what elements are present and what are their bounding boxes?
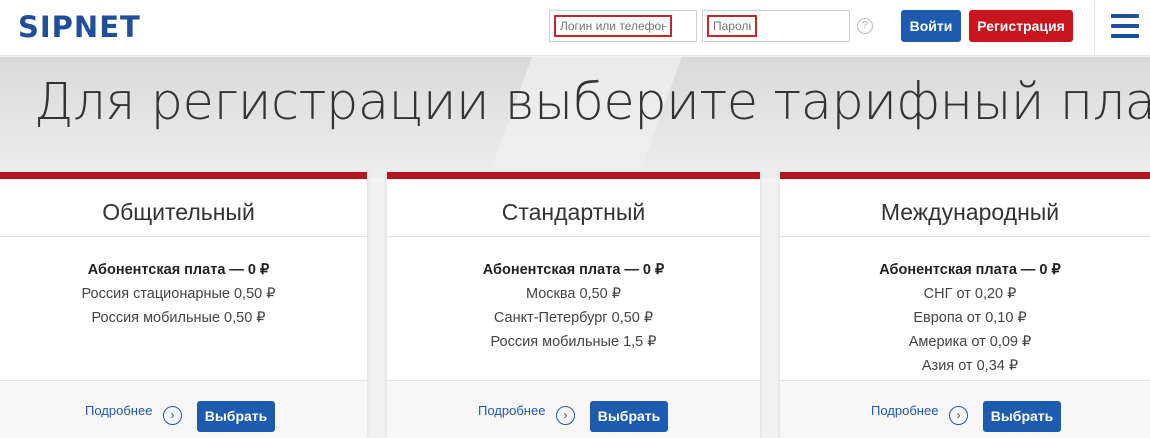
plan-actions: Подробнее › Выбрать	[387, 381, 760, 438]
register-button[interactable]: Регистрация	[969, 10, 1073, 42]
plan-card-standartny: Стандартный Абонентская плата — 0 ₽ Моск…	[387, 172, 760, 438]
plan-details: Абонентская плата — 0 ₽ СНГ от 0,20 ₽ Ев…	[780, 258, 1150, 378]
rate-line: Москва 0,50 ₽	[525, 286, 621, 302]
plan-actions: Подробнее › Выбрать	[780, 381, 1150, 438]
monthly-fee: Абонентская плата — 0 ₽	[87, 262, 270, 278]
plan-card-mezhdunarodny: Международный Абонентская плата — 0 ₽ СН…	[780, 172, 1150, 438]
sipnet-logo[interactable]: SIPNET	[18, 10, 141, 44]
rate-line: Европа от 0,10 ₽	[913, 310, 1027, 326]
header-divider	[1094, 0, 1095, 56]
plan-name: Стандартный	[501, 199, 646, 225]
rate-line: Россия мобильные 0,50 ₽	[91, 310, 266, 326]
more-link[interactable]: Подробнее	[478, 403, 545, 418]
chevron-right-circle-icon[interactable]: ›	[163, 406, 182, 425]
rate-line: Америка от 0,09 ₽	[908, 334, 1032, 350]
more-link[interactable]: Подробнее	[85, 403, 152, 418]
monthly-fee: Абонентская плата — 0 ₽	[482, 262, 665, 278]
password-field[interactable]	[702, 10, 850, 42]
rate-line: СНГ от 0,20 ₽	[923, 286, 1017, 302]
plan-name: Общительный	[102, 199, 255, 225]
divider	[387, 236, 760, 237]
plan-name: Международный	[880, 199, 1060, 225]
password-input[interactable]	[707, 15, 757, 37]
plan-card-obshchitelny: Общительный Абонентская плата — 0 ₽ Росс…	[0, 172, 367, 438]
plan-details: Абонентская плата — 0 ₽ Россия стационар…	[0, 258, 367, 330]
divider	[0, 236, 367, 237]
rate-line: Россия стационарные 0,50 ₽	[81, 286, 276, 302]
site-header: SIPNET ? Войти Регистрация	[0, 0, 1150, 56]
login-field[interactable]	[549, 10, 697, 42]
plan-actions: Подробнее › Выбрать	[0, 381, 367, 438]
login-button[interactable]: Войти	[901, 10, 961, 42]
hero-banner: Для регистрации выберите тарифный план	[0, 57, 1150, 177]
select-plan-button[interactable]: Выбрать	[197, 401, 275, 432]
select-plan-button[interactable]: Выбрать	[983, 401, 1061, 432]
plan-details: Абонентская плата — 0 ₽ Москва 0,50 ₽ Са…	[387, 258, 760, 354]
rate-line: Санкт-Петербург 0,50 ₽	[493, 310, 654, 326]
divider	[780, 236, 1150, 237]
monthly-fee: Абонентская плата — 0 ₽	[879, 262, 1061, 278]
hamburger-menu-icon[interactable]	[1111, 14, 1139, 38]
rate-line: Азия от 0,34 ₽	[921, 358, 1019, 374]
question-circle-icon[interactable]: ?	[857, 18, 873, 34]
more-link[interactable]: Подробнее	[871, 403, 938, 418]
page-title: Для регистрации выберите тарифный план	[34, 73, 1150, 132]
chevron-right-circle-icon[interactable]: ›	[949, 406, 968, 425]
rate-line: Россия мобильные 1,5 ₽	[490, 334, 657, 350]
login-input[interactable]	[554, 15, 672, 37]
chevron-right-circle-icon[interactable]: ›	[556, 406, 575, 425]
select-plan-button[interactable]: Выбрать	[590, 401, 668, 432]
